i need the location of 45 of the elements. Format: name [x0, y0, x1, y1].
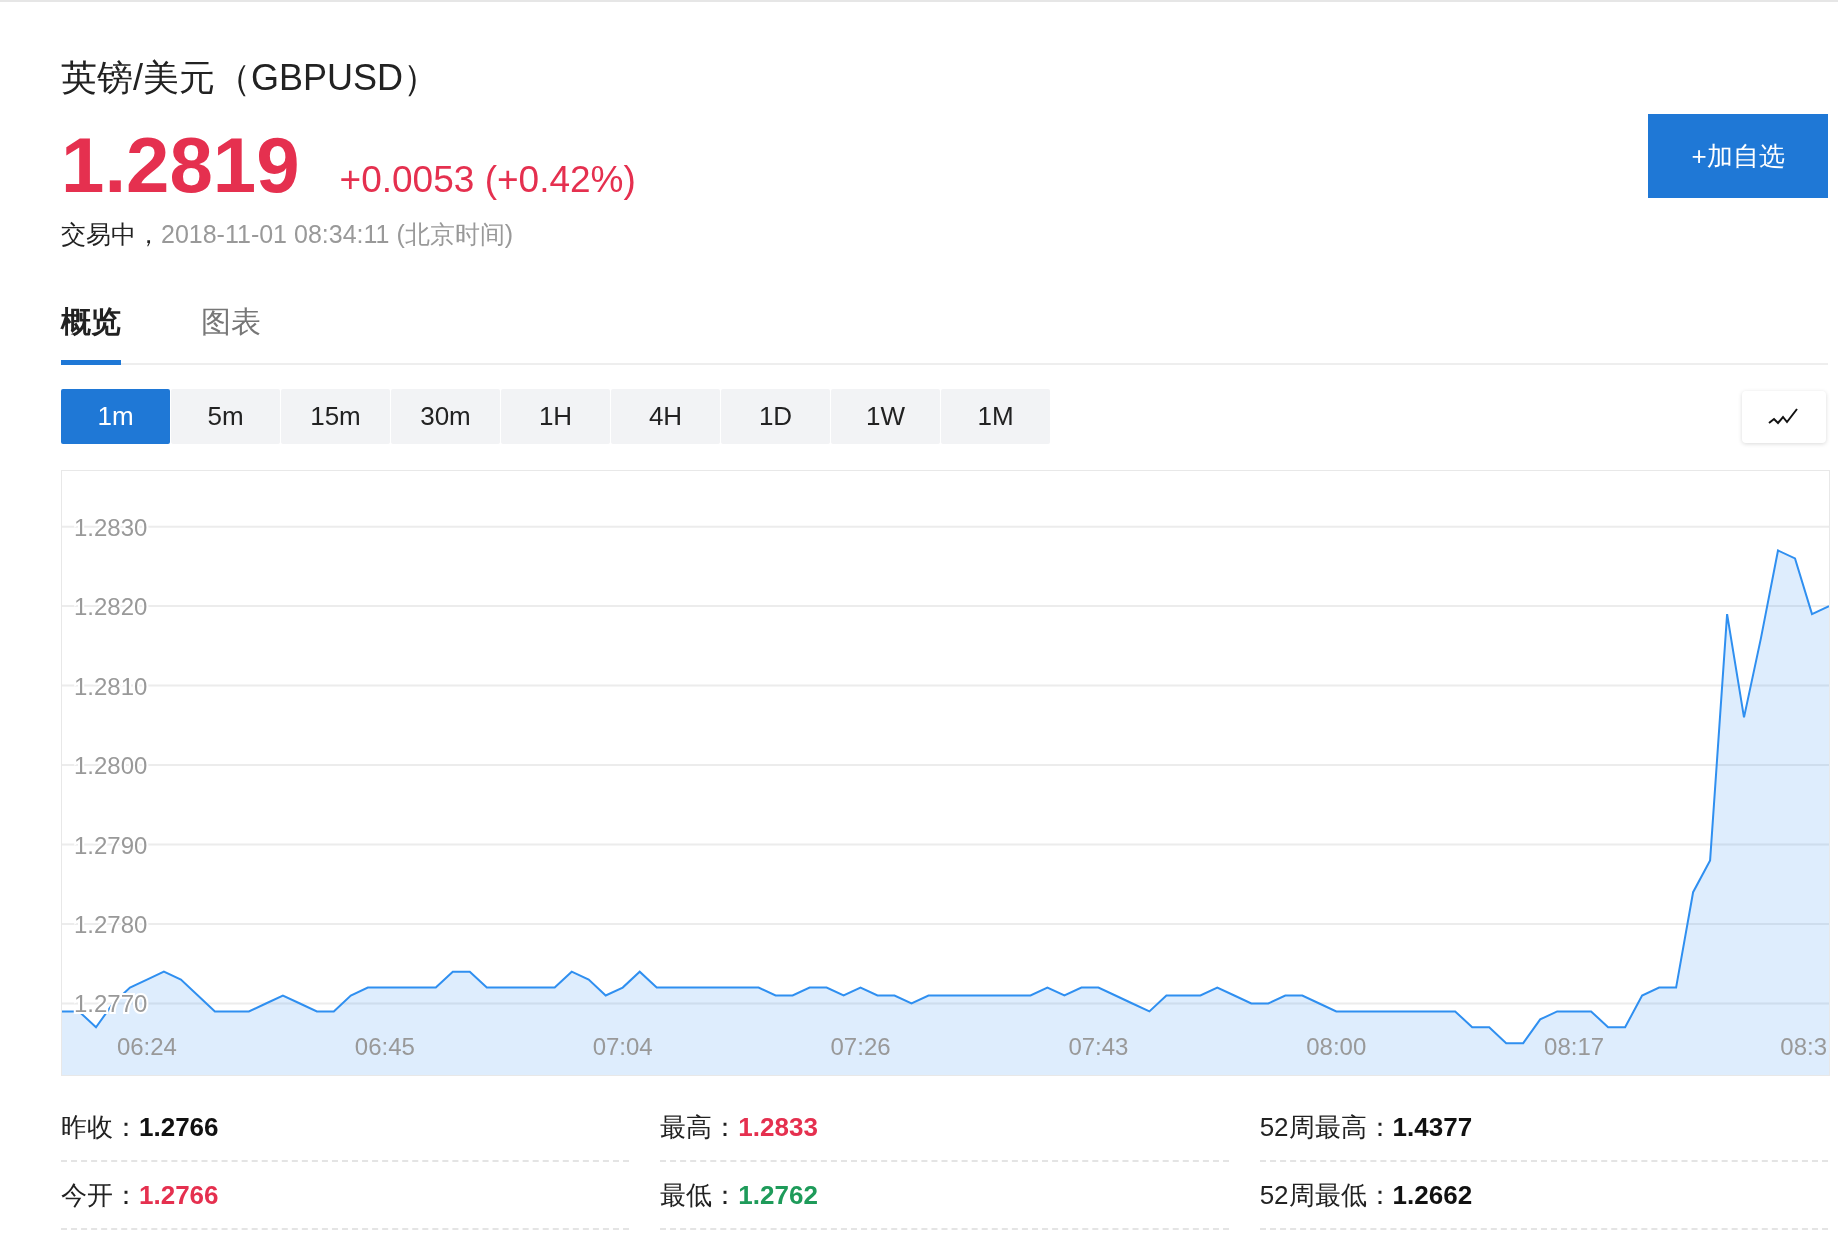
axis-label: 08:17	[1544, 1033, 1605, 1060]
stat-value: 1.4377	[1392, 1110, 1473, 1144]
stat-value: 1.2662	[1392, 1178, 1473, 1212]
stat-value: 1.2766	[139, 1110, 219, 1144]
timestamp: 2018-11-01 08:34:11 (北京时间)	[161, 219, 514, 250]
axis-label: 06:45	[354, 1033, 415, 1060]
chart-type-button[interactable]	[1742, 390, 1826, 443]
price: 1.2819	[61, 126, 300, 204]
interval-button[interactable]: 1H	[501, 389, 610, 444]
stat-label: 52周最低：	[1259, 1178, 1393, 1212]
axis-label: 1.2780	[74, 911, 148, 938]
add-watchlist-button[interactable]: +加自选	[1648, 114, 1828, 198]
page-title: 英镑/美元（GBPUSD）	[61, 56, 441, 100]
axis-label: 1.2810	[74, 672, 148, 700]
stat-label: 最高：	[660, 1110, 739, 1144]
stat-value: 1.2833	[738, 1110, 818, 1144]
stat-label: 昨收：	[61, 1110, 139, 1144]
stat-label: 今开：	[61, 1178, 139, 1212]
tab[interactable]: 概览	[61, 302, 121, 365]
tab[interactable]: 图表	[201, 302, 261, 365]
axis-label: 1.2790	[74, 831, 148, 859]
interval-button[interactable]: 4H	[611, 389, 720, 444]
axis-label: 07:26	[830, 1033, 891, 1060]
stat-value: 1.2766	[139, 1178, 219, 1212]
axis-label: 1.2820	[74, 593, 148, 621]
interval-button[interactable]: 1m	[61, 389, 170, 444]
axis-label: 07:04	[592, 1033, 653, 1060]
axis-label: 08:00	[1306, 1033, 1367, 1060]
stat-label: 最低：	[660, 1178, 739, 1212]
interval-button[interactable]: 1W	[831, 389, 940, 444]
trading-status: 交易中，	[61, 219, 161, 250]
line-chart-icon	[1768, 406, 1800, 427]
interval-button[interactable]: 15m	[281, 389, 390, 444]
axis-label: 07:43	[1068, 1033, 1129, 1060]
axis-label: 08:3	[1780, 1033, 1827, 1060]
stat-value: 1.2762	[738, 1178, 818, 1212]
axis-label: 1.2830	[74, 513, 148, 541]
axis-label: 1.2800	[74, 752, 148, 780]
stat-label: 52周最高：	[1259, 1110, 1393, 1144]
price-change: +0.0053 (+0.42%)	[339, 161, 636, 198]
interval-button[interactable]: 1D	[721, 389, 830, 444]
interval-button[interactable]: 1M	[941, 389, 1050, 444]
axis-label: 06:24	[116, 1033, 177, 1060]
interval-button[interactable]: 30m	[391, 389, 500, 444]
interval-button[interactable]: 5m	[171, 389, 280, 444]
